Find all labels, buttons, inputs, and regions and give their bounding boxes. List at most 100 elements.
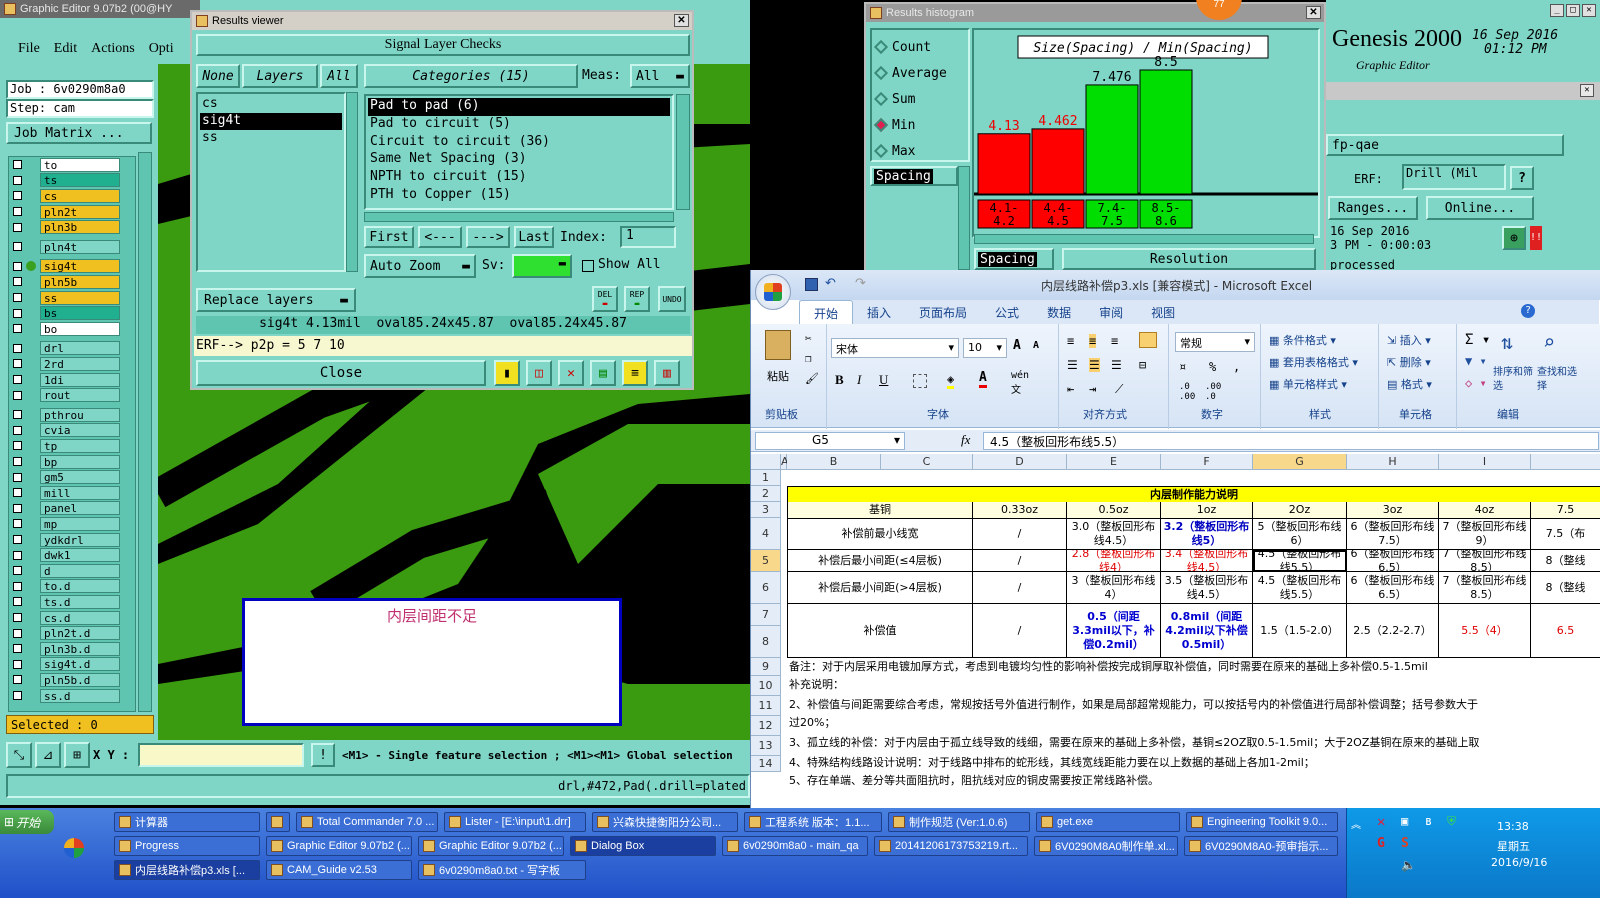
row-header[interactable]: 7 bbox=[751, 604, 781, 626]
layer-checkbox[interactable] bbox=[13, 160, 22, 170]
align-bottom-icon[interactable]: ≡ bbox=[1111, 334, 1118, 348]
increase-decimal-icon[interactable]: .0.00 bbox=[1179, 382, 1195, 402]
layer-row[interactable]: bo bbox=[9, 321, 137, 337]
layer-row[interactable]: cs.d bbox=[9, 610, 137, 626]
taskbar-button[interactable]: Total Commander 7.0 ... bbox=[296, 812, 438, 832]
close-icon[interactable]: ✕ bbox=[674, 14, 689, 27]
table-cell[interactable]: / bbox=[973, 550, 1067, 572]
insert-button[interactable]: ⇲ 插入 ▾ bbox=[1387, 332, 1431, 348]
layer-list-item[interactable]: ss bbox=[200, 130, 342, 147]
graphic-editor-titlebar[interactable]: Graphic Editor 9.07b2 (00@HY bbox=[0, 0, 200, 18]
spacing-selector[interactable]: Spacing bbox=[974, 248, 1054, 270]
erf-field[interactable]: Drill (Mil bbox=[1402, 164, 1506, 190]
row-header[interactable]: 4 bbox=[751, 518, 781, 550]
paste-button[interactable]: 粘贴 bbox=[767, 368, 789, 384]
table-cell[interactable]: 3.5（整板回形布线4.5） bbox=[1161, 572, 1253, 604]
header-cell[interactable]: 0.5oz bbox=[1067, 502, 1161, 519]
close-button[interactable]: Close bbox=[196, 360, 486, 386]
taskbar-button[interactable]: Dialog Box bbox=[570, 836, 716, 856]
layer-checkbox[interactable] bbox=[13, 261, 22, 271]
note-text[interactable]: 4、特殊结构线路设计说明：对于线路中排布的蛇形线，其线宽线距能力要在以上数据的基… bbox=[789, 754, 1600, 772]
taskbar-button[interactable] bbox=[266, 812, 290, 832]
taskbar-button[interactable]: Graphic Editor 9.07b2 (... bbox=[418, 836, 564, 856]
layer-row[interactable]: pln5b.d bbox=[9, 672, 137, 688]
del-icon[interactable]: DEL ▬ bbox=[592, 286, 618, 312]
tray-network-icon[interactable]: ✕ bbox=[1377, 814, 1385, 830]
undo-icon[interactable]: UNDO bbox=[658, 286, 686, 312]
category-listbox-scrollbar[interactable] bbox=[676, 94, 690, 210]
chart-hscrollbar[interactable] bbox=[974, 234, 1314, 244]
start-button[interactable]: ⊞ 开始 bbox=[0, 810, 54, 834]
border-icon[interactable] bbox=[913, 374, 927, 388]
categories-button[interactable]: Categories (15) bbox=[364, 64, 578, 88]
online-button[interactable]: Online... bbox=[1426, 196, 1534, 220]
layer-checkbox[interactable] bbox=[13, 628, 22, 638]
table-cell[interactable]: 3.0（整板回形布线4.5） bbox=[1067, 518, 1161, 550]
conditional-format-button[interactable]: ▦ 条件格式 ▾ bbox=[1269, 332, 1336, 348]
layer-row[interactable]: pln3b.d bbox=[9, 641, 137, 657]
table-cell[interactable]: 8（整线 bbox=[1531, 572, 1600, 604]
ranges-button[interactable]: Ranges... bbox=[1328, 196, 1418, 220]
table-cell[interactable]: 1.5（1.5-2.0） bbox=[1253, 604, 1347, 658]
layer-row[interactable]: bp bbox=[9, 454, 137, 470]
header-cell[interactable]: 3oz bbox=[1347, 502, 1439, 519]
layer-checkbox[interactable] bbox=[13, 293, 22, 303]
taskbar-button[interactable]: 6v0290m8a0.txt - 写字板 bbox=[418, 860, 586, 880]
layer-list-item[interactable]: cs bbox=[200, 96, 342, 113]
taskbar-button[interactable]: 制作规范 (Ver:1.0.6) bbox=[888, 812, 1030, 832]
header-cell[interactable]: 4oz bbox=[1439, 502, 1531, 519]
font-name-dropdown[interactable]: 宋体 ▾ bbox=[831, 338, 959, 358]
layer-checkbox[interactable] bbox=[13, 425, 22, 435]
layer-row[interactable]: pln2t bbox=[9, 204, 137, 220]
ribbon-tab[interactable]: 视图 bbox=[1137, 300, 1189, 324]
layer-row[interactable]: to bbox=[9, 157, 137, 173]
select-all-corner[interactable] bbox=[751, 454, 781, 470]
layer-row[interactable]: sig4t.d bbox=[9, 657, 137, 673]
histogram-bar[interactable] bbox=[1139, 69, 1193, 195]
taskbar-button[interactable]: CAM_Guide v2.53 bbox=[266, 860, 412, 880]
replace-layers-dropdown[interactable]: Replace layers ▬ bbox=[196, 288, 356, 312]
alert-icon[interactable]: !! bbox=[1530, 226, 1542, 250]
all-button[interactable]: All bbox=[320, 64, 358, 88]
ribbon-tab[interactable]: 公式 bbox=[981, 300, 1033, 324]
taskbar-button[interactable]: 工程系统 版本：1.1... bbox=[744, 812, 882, 832]
layer-checkbox[interactable] bbox=[13, 277, 22, 287]
row-header[interactable]: 10 bbox=[751, 676, 781, 696]
layer-row[interactable]: pthrou bbox=[9, 407, 137, 423]
taskbar-button[interactable]: Engineering Toolkit 9.0... bbox=[1186, 812, 1338, 832]
ribbon-tab[interactable]: 数据 bbox=[1033, 300, 1085, 324]
category-list-item[interactable]: PTH to Copper (15) bbox=[368, 187, 670, 205]
layer-checkbox[interactable] bbox=[13, 675, 22, 685]
name-box[interactable]: G5 ▾ bbox=[755, 432, 905, 450]
histogram-option[interactable]: Average bbox=[873, 60, 964, 86]
column-header[interactable]: C bbox=[881, 454, 973, 470]
layer-checkbox[interactable] bbox=[13, 222, 22, 232]
header-cell[interactable]: 基铜 bbox=[787, 502, 973, 519]
column-header[interactable]: B bbox=[787, 454, 881, 470]
note-text[interactable]: 补充说明： bbox=[789, 676, 1600, 694]
layer-checkbox[interactable] bbox=[13, 308, 22, 318]
bold-icon[interactable]: B bbox=[835, 372, 844, 388]
column-header[interactable]: G bbox=[1253, 454, 1347, 470]
close-icon[interactable]: ✕ bbox=[1306, 6, 1321, 19]
qat-save-icon[interactable] bbox=[805, 278, 818, 291]
menu-file[interactable]: File bbox=[18, 41, 40, 57]
tray-bluetooth-icon[interactable]: ʙ bbox=[1425, 814, 1432, 828]
last-button[interactable]: Last bbox=[514, 226, 554, 248]
help-icon[interactable]: ? bbox=[1510, 166, 1534, 190]
row-header[interactable]: 9 bbox=[751, 658, 781, 676]
increase-indent-icon[interactable]: ⇥ bbox=[1089, 382, 1096, 396]
layer-checkbox[interactable] bbox=[13, 207, 22, 217]
histogram-bar[interactable] bbox=[1031, 128, 1085, 195]
minimize-icon[interactable]: _ bbox=[1550, 4, 1564, 17]
layer-checkbox[interactable] bbox=[13, 691, 22, 701]
histogram-titlebar[interactable]: Results histogram ✕ bbox=[866, 4, 1324, 22]
job-matrix-button[interactable]: Job Matrix ... bbox=[6, 122, 152, 144]
maximize-icon[interactable]: □ bbox=[1566, 4, 1580, 17]
fill-icon[interactable]: ▼ ▾ bbox=[1465, 354, 1487, 368]
column-header[interactable]: F bbox=[1161, 454, 1253, 470]
orientation-icon[interactable]: ⟋ bbox=[1115, 382, 1123, 397]
sort-filter-icon[interactable]: ⇅ bbox=[1501, 330, 1513, 354]
row-header[interactable]: 5 bbox=[751, 550, 781, 572]
layer-checkbox[interactable] bbox=[13, 644, 22, 654]
